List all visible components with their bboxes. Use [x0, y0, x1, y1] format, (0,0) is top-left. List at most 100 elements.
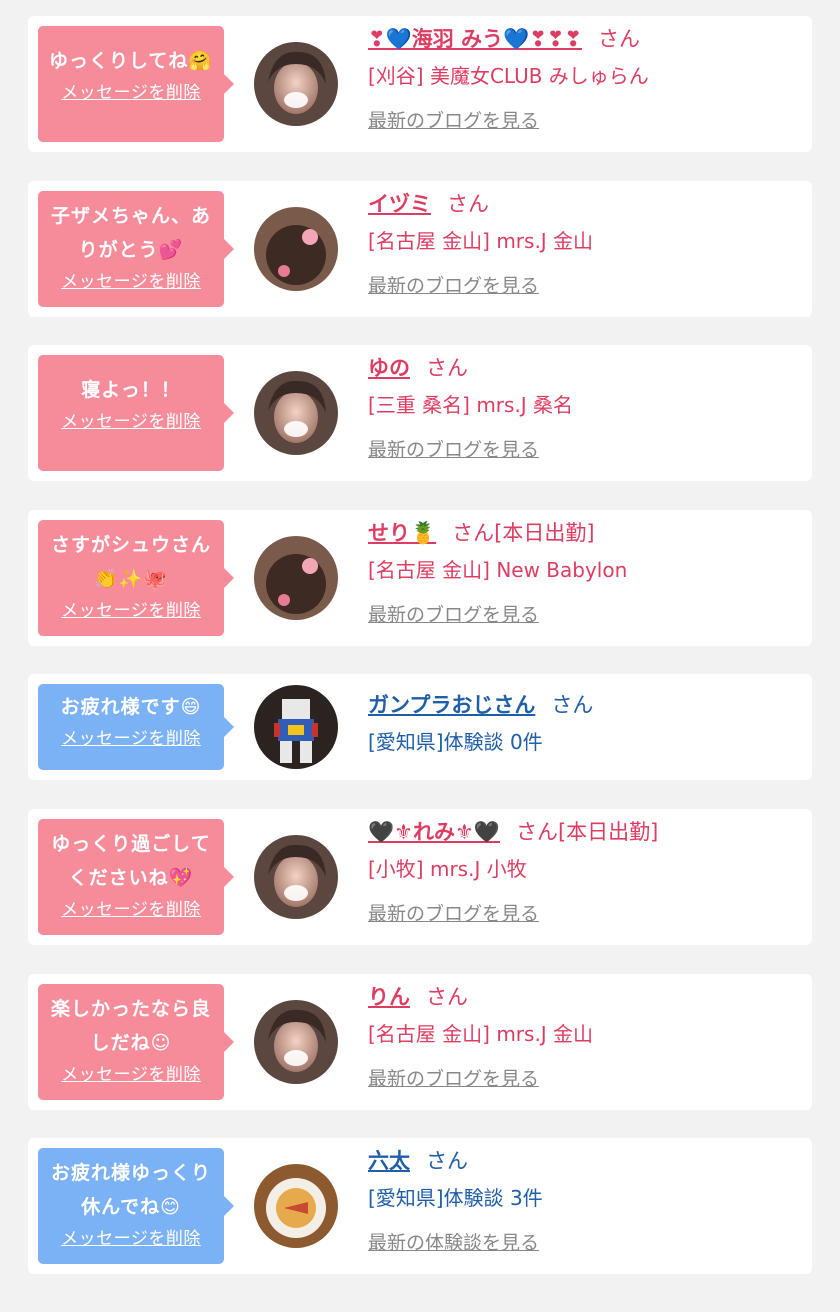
message-text: 楽しかったなら良しだね☺ [50, 998, 211, 1054]
message-card: お疲れ様ゆっくり休んでね😊 メッセージを削除 六太 さん [愛知県]体験談 3件最新の体… [28, 1138, 812, 1274]
avatar[interactable] [254, 42, 338, 126]
work-status: [本日出勤] [494, 521, 595, 545]
message-card: 子ザメちゃん、ありがとう💕 メッセージを削除 イヅミ さん [名古屋 金山] mrs.J… [28, 181, 812, 317]
shop-info: [名古屋 金山] New Babylon [368, 558, 628, 582]
message-card: 寝よっ！！ メッセージを削除 ゆの さん [三重 桑名] mrs.J 桑名最新のブログを… [28, 345, 812, 481]
profile-name-link[interactable]: りん [368, 985, 410, 1009]
message-text: ゆっくりしてね🤗 [48, 50, 214, 72]
message-bubble: お疲れ様です😄 メッセージを削除 [38, 684, 234, 770]
work-status: [本日出勤] [557, 820, 659, 844]
photo-woman-icon [254, 835, 338, 919]
message-bubble: 寝よっ！！ メッセージを削除 [38, 355, 234, 471]
message-bubble: ゆっくりしてね🤗 メッセージを削除 [38, 26, 234, 142]
honorific: さん [515, 820, 558, 844]
photo-robot-icon [254, 685, 338, 769]
profile-info: ❣💙海羽 みう💙❣❣❣ さん [刈谷] 美魔女CLUB みしゅらん最新のブログを見る [368, 24, 802, 135]
profile-info: イヅミ さん [名古屋 金山] mrs.J 金山最新のブログを見る [368, 189, 802, 300]
message-text: お疲れ様ゆっくり休んでね😊 [50, 1162, 211, 1218]
shop-info: [小牧] mrs.J 小牧 [368, 857, 527, 881]
honorific: さん [452, 521, 495, 545]
avatar[interactable] [254, 685, 338, 769]
profile-name-link[interactable]: ガンプラおじさん [368, 693, 535, 717]
avatar[interactable] [254, 207, 338, 291]
link-row: 最新のブログを見る [368, 1065, 802, 1093]
honorific: さん [426, 1149, 468, 1173]
photo-food-icon [254, 1164, 338, 1248]
link-row: 最新の体験談を見る [368, 1229, 802, 1257]
link-row: 最新のブログを見る [368, 107, 802, 135]
name-line: りん さん [368, 982, 802, 1012]
delete-message-link[interactable]: メッセージを削除 [44, 1224, 218, 1254]
name-line: ガンプラおじさん さん [368, 690, 802, 720]
profile-name-link[interactable]: イヅミ [368, 192, 431, 216]
message-card: お疲れ様です😄 メッセージを削除 ガンプラおじさん さん [愛知県]体験談 0件 [28, 674, 812, 780]
shop-info: [三重 桑名] mrs.J 桑名 [368, 393, 574, 417]
message-bubble: さすがシュウさん👏✨🐙 メッセージを削除 [38, 520, 234, 636]
profile-info: 六太 さん [愛知県]体験談 3件最新の体験談を見る [368, 1146, 802, 1257]
honorific: さん [426, 985, 468, 1009]
delete-message-link[interactable]: メッセージを削除 [44, 596, 218, 626]
latest-blog-link[interactable]: 最新のブログを見る [368, 272, 539, 300]
name-line: ゆの さん [368, 353, 802, 383]
profile-info: ゆの さん [三重 桑名] mrs.J 桑名最新のブログを見る [368, 353, 802, 464]
shop-info: [刈谷] 美魔女CLUB みしゅらん [368, 64, 649, 88]
message-text: さすがシュウさん👏✨🐙 [50, 534, 211, 590]
message-card: ゆっくり過ごしてくださいね💖 メッセージを削除 🖤⚜れみ⚜🖤 さん[本日出勤] [小牧]… [28, 809, 812, 945]
avatar[interactable] [254, 1164, 338, 1248]
profile-name-link[interactable]: 🖤⚜れみ⚜🖤 [368, 820, 500, 844]
avatar[interactable] [254, 536, 338, 620]
avatar[interactable] [254, 371, 338, 455]
link-row: 最新のブログを見る [368, 272, 802, 300]
message-card: ゆっくりしてね🤗 メッセージを削除 ❣💙海羽 みう💙❣❣❣ さん [刈谷] 美魔女CLU… [28, 16, 812, 152]
profile-name-link[interactable]: せり🍍 [368, 521, 436, 545]
honorific: さん [426, 356, 468, 380]
honorific: さん [447, 192, 489, 216]
link-row: 最新のブログを見る [368, 601, 802, 629]
profile-name-link[interactable]: 六太 [368, 1149, 410, 1173]
photo-hair-icon [254, 536, 338, 620]
latest-blog-link[interactable]: 最新のブログを見る [368, 436, 539, 464]
latest-blog-link[interactable]: 最新のブログを見る [368, 107, 539, 135]
link-row: 最新のブログを見る [368, 436, 802, 464]
shop-info: [愛知県]体験談 3件 [368, 1186, 543, 1210]
photo-hair-icon [254, 207, 338, 291]
latest-reviews-link[interactable]: 最新の体験談を見る [368, 1229, 539, 1257]
honorific: さん [598, 27, 640, 51]
latest-blog-link[interactable]: 最新のブログを見る [368, 900, 539, 928]
profile-name-link[interactable]: ゆの [368, 356, 410, 380]
photo-woman-icon [254, 42, 338, 126]
profile-name-link[interactable]: ❣💙海羽 みう💙❣❣❣ [368, 27, 582, 51]
delete-message-link[interactable]: メッセージを削除 [44, 78, 218, 108]
message-text: 子ザメちゃん、ありがとう💕 [50, 205, 211, 261]
name-line: イヅミ さん [368, 189, 802, 219]
profile-info: 🖤⚜れみ⚜🖤 さん[本日出勤] [小牧] mrs.J 小牧最新のブログを見る [368, 817, 802, 928]
photo-woman-icon [254, 371, 338, 455]
delete-message-link[interactable]: メッセージを削除 [44, 267, 218, 297]
name-line: せり🍍 さん[本日出勤] [368, 518, 802, 548]
latest-blog-link[interactable]: 最新のブログを見る [368, 1065, 539, 1093]
message-bubble: ゆっくり過ごしてくださいね💖 メッセージを削除 [38, 819, 234, 935]
link-row: 最新のブログを見る [368, 900, 802, 928]
profile-info: りん さん [名古屋 金山] mrs.J 金山 最新のブログを見る [368, 982, 802, 1093]
message-card: さすがシュウさん👏✨🐙 メッセージを削除 せり🍍 さん[本日出勤] [名古屋 金山] N… [28, 510, 812, 646]
delete-message-link[interactable]: メッセージを削除 [44, 895, 218, 925]
message-text: ゆっくり過ごしてくださいね💖 [51, 833, 211, 889]
message-card: 楽しかったなら良しだね☺ メッセージを削除 りん さん [名古屋 金山] mrs.J 金… [28, 974, 812, 1110]
profile-info: せり🍍 さん[本日出勤] [名古屋 金山] New Babylon 最新のブログを見る [368, 518, 802, 629]
avatar[interactable] [254, 1000, 338, 1084]
name-line: 🖤⚜れみ⚜🖤 さん[本日出勤] [368, 817, 802, 847]
message-text: お疲れ様です😄 [60, 696, 202, 718]
profile-info: ガンプラおじさん さん [愛知県]体験談 0件 [368, 690, 802, 757]
message-text: 寝よっ！！ [81, 379, 181, 401]
shop-info: [愛知県]体験談 0件 [368, 730, 543, 754]
delete-message-link[interactable]: メッセージを削除 [44, 407, 218, 437]
delete-message-link[interactable]: メッセージを削除 [44, 724, 218, 754]
shop-info: [名古屋 金山] mrs.J 金山 [368, 229, 594, 253]
message-bubble: 子ザメちゃん、ありがとう💕 メッセージを削除 [38, 191, 234, 307]
delete-message-link[interactable]: メッセージを削除 [44, 1060, 218, 1090]
name-line: 六太 さん [368, 1146, 802, 1176]
honorific: さん [551, 693, 594, 717]
message-bubble: お疲れ様ゆっくり休んでね😊 メッセージを削除 [38, 1148, 234, 1264]
avatar[interactable] [254, 835, 338, 919]
latest-blog-link[interactable]: 最新のブログを見る [368, 601, 539, 629]
